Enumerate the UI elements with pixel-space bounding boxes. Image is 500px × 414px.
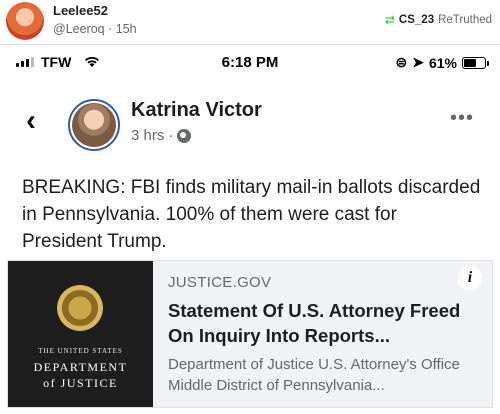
rotation-lock-icon: ⊜	[395, 54, 408, 70]
embedded-screenshot: TFW 6:18 PM ⊜ ➤ 61% ‹ Katrina Victor 3 h…	[0, 44, 500, 414]
battery-percent: 61%	[428, 54, 457, 71]
retruth-user[interactable]: CS_23	[399, 14, 434, 26]
avatar[interactable]	[6, 2, 44, 40]
retruth-label: ReTruthed	[438, 14, 492, 26]
author-avatar[interactable]	[68, 99, 120, 151]
outer-post-header: Leelee52 @Leeroq · 15h ⇄ CS_23 ReTruthed	[0, 0, 500, 44]
outer-handle[interactable]: @Leeroq	[53, 22, 105, 36]
post-time[interactable]: 3 hrs	[131, 127, 164, 144]
outer-username[interactable]: Leelee52	[53, 3, 108, 18]
status-right-group: ⊜ ➤ 61%	[395, 54, 489, 71]
doj-seal-icon	[57, 285, 103, 331]
outer-handle-line: @Leeroq · 15h	[53, 22, 137, 36]
meta-separator: ·	[168, 127, 174, 144]
chevron-left-icon[interactable]: ‹	[26, 106, 36, 136]
author-name[interactable]: Katrina Victor	[131, 99, 262, 122]
post-body: BREAKING: FBI finds military mail-in bal…	[22, 177, 481, 252]
battery-icon	[462, 56, 489, 69]
link-preview-card[interactable]: THE UNITED STATES DEPARTMENT of JUSTICE …	[7, 260, 493, 408]
globe-icon	[177, 128, 192, 143]
doj-logo-line-1: THE UNITED STATES	[38, 347, 123, 355]
status-bar: TFW 6:18 PM ⊜ ➤ 61%	[0, 45, 500, 79]
doj-logo-line-2: DEPARTMENT	[33, 360, 128, 374]
info-icon[interactable]: i	[458, 266, 482, 290]
link-domain: JUSTICE.GOV	[168, 274, 272, 291]
retruth-indicator: ⇄ CS_23 ReTruthed	[385, 13, 492, 27]
retruth-icon: ⇄	[384, 13, 395, 27]
location-arrow-icon: ➤	[412, 54, 424, 70]
outer-age: 15h	[115, 22, 137, 36]
post-meta: 3 hrs ·	[131, 127, 192, 144]
link-title[interactable]: Statement Of U.S. Attorney Freed On Inqu…	[168, 298, 468, 348]
doj-logo-line-3: of JUSTICE	[43, 376, 118, 390]
link-description: Department of Justice U.S. Attorney's Of…	[168, 356, 460, 394]
more-options-button[interactable]: •••	[450, 107, 474, 130]
battery-fill	[464, 58, 477, 67]
link-thumbnail[interactable]: THE UNITED STATES DEPARTMENT of JUSTICE	[8, 261, 153, 407]
separator-dot: ·	[108, 22, 116, 36]
